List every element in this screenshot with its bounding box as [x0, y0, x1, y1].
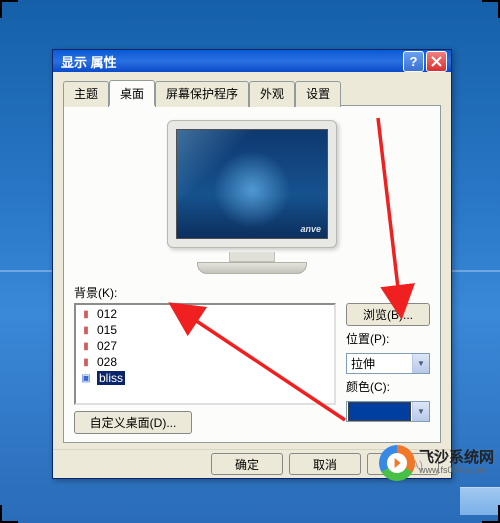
close-icon	[431, 56, 442, 67]
file-icon: ▮	[79, 357, 93, 368]
watermark-name: 飞沙系统网	[419, 450, 494, 467]
crop-mark	[0, 505, 2, 523]
cancel-button[interactable]: 取消	[289, 453, 361, 475]
background-listbox[interactable]: ▮ 012 ▮ 015 ▮ 027 ▮ 028 ▣ bliss	[74, 303, 336, 405]
position-label: 位置(P):	[346, 330, 430, 347]
customize-desktop-button[interactable]: 自定义桌面(D)...	[74, 411, 192, 434]
file-icon: ▮	[79, 341, 93, 352]
chevron-down-icon: ▼	[412, 354, 429, 373]
tab-appearance[interactable]: 外观	[249, 81, 295, 107]
list-item-label: 012	[97, 307, 117, 321]
list-item-label: 015	[97, 323, 117, 337]
position-value: 拉伸	[347, 355, 412, 372]
tab-screensaver[interactable]: 屏幕保护程序	[155, 81, 249, 107]
tab-desktop[interactable]: 桌面	[109, 80, 155, 106]
monitor-foot	[197, 262, 307, 274]
bitmap-icon: ▣	[79, 373, 93, 384]
list-item-label: 028	[97, 355, 117, 369]
file-icon: ▮	[79, 325, 93, 336]
dialog-client: 主题 桌面 屏幕保护程序 外观 设置 anve	[53, 72, 451, 449]
display-properties-dialog: 显示 属性 ? 主题 桌面 屏幕保护程序 外观 设置 anve	[52, 49, 452, 479]
background-section: 背景(K): ▮ 012 ▮ 015 ▮ 027 ▮ 028 ▣ bliss 自定义桌面(D)..…	[74, 284, 430, 434]
tab-settings[interactable]: 设置	[295, 81, 341, 107]
list-item-label: 027	[97, 339, 117, 353]
watermark-logo-icon	[379, 445, 415, 481]
monitor-logo: anve	[300, 224, 321, 234]
watermark-url: www.fs0745.com	[419, 466, 494, 476]
crop-mark	[0, 0, 2, 18]
desktop-panel: anve 背景(K): ▮ 012 ▮ 015 ▮ 027 ▮ 028 ▣ bliss 自定义桌面…	[63, 105, 441, 443]
list-item[interactable]: ▮ 028	[77, 354, 333, 370]
desktop-taskbar-fragment	[460, 487, 500, 515]
background-label: 背景(K):	[74, 284, 336, 301]
monitor-stand	[229, 252, 275, 262]
monitor-screen: anve	[176, 129, 328, 239]
chevron-down-icon: ▼	[412, 402, 429, 421]
tabstrip: 主题 桌面 屏幕保护程序 外观 设置	[63, 80, 441, 106]
file-icon: ▮	[79, 309, 93, 320]
list-item[interactable]: ▮ 012	[77, 306, 333, 322]
position-select[interactable]: 拉伸 ▼	[346, 353, 430, 374]
browse-button[interactable]: 浏览(B)...	[346, 303, 430, 326]
site-watermark: 飞沙系统网 www.fs0745.com	[379, 445, 494, 481]
close-button[interactable]	[426, 51, 447, 72]
list-item[interactable]: ▣ bliss	[77, 370, 333, 386]
color-select[interactable]: ▼	[346, 401, 430, 422]
ok-button[interactable]: 确定	[211, 453, 283, 475]
window-title: 显示 属性	[61, 52, 401, 71]
color-swatch	[348, 402, 411, 421]
list-item[interactable]: ▮ 015	[77, 322, 333, 338]
titlebar[interactable]: 显示 属性 ?	[53, 50, 451, 72]
tab-theme[interactable]: 主题	[63, 81, 109, 107]
list-item[interactable]: ▮ 027	[77, 338, 333, 354]
monitor-preview: anve	[74, 120, 430, 274]
help-button[interactable]: ?	[403, 51, 424, 72]
list-item-label: bliss	[97, 371, 125, 385]
monitor-bezel: anve	[167, 120, 337, 248]
color-label: 颜色(C):	[346, 378, 430, 395]
crop-mark	[0, 0, 18, 2]
